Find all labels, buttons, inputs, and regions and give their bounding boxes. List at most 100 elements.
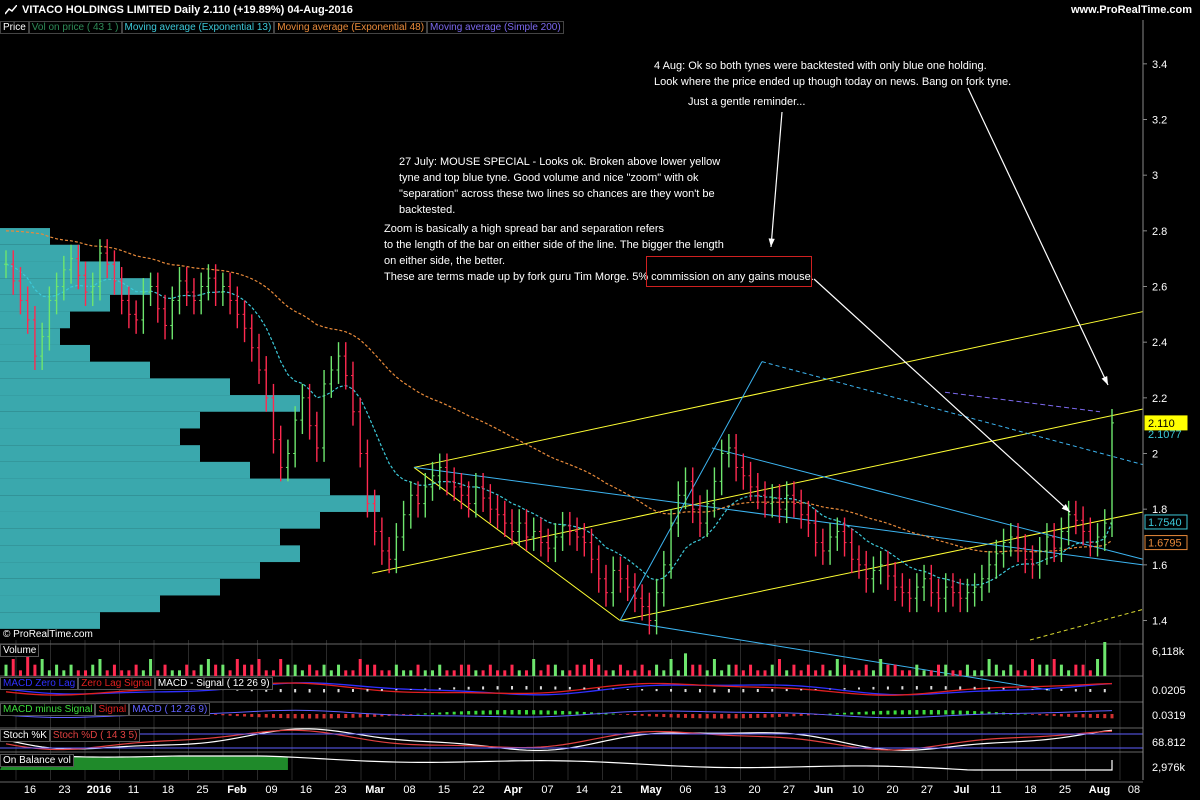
volume-bar xyxy=(756,670,760,676)
macd-minus-signal-bar xyxy=(235,714,239,717)
macd-histogram-bar xyxy=(351,689,354,692)
macd-minus-signal-bar xyxy=(937,710,941,715)
volume-bar xyxy=(156,670,160,676)
volume-bar xyxy=(18,670,22,676)
macd-histogram-bar xyxy=(684,689,687,693)
macd-histogram-bar xyxy=(1017,688,1020,690)
volume-bar xyxy=(409,670,413,676)
macd-minus-signal-bar xyxy=(546,710,550,715)
volume-bar xyxy=(250,664,254,676)
macd-histogram-bar xyxy=(294,689,297,693)
x-tick-label: 09 xyxy=(265,784,277,796)
macd-minus-signal-bar xyxy=(214,714,218,715)
y-tick-label: 3 xyxy=(1152,170,1158,182)
volume-bar xyxy=(510,664,514,676)
macd-minus-signal-bar xyxy=(741,714,745,719)
macd-minus-signal-bar xyxy=(271,714,275,718)
volume-bar xyxy=(1009,664,1013,676)
volume-bar xyxy=(459,664,463,676)
indicator-legend: Price Vol on price ( 43 1 ) Moving average… xyxy=(0,21,564,35)
x-tick-label: 06 xyxy=(679,784,691,796)
macd-minus-signal-bar xyxy=(900,710,904,715)
volume-bar xyxy=(1030,659,1034,676)
x-tick-label: 16 xyxy=(24,784,36,796)
macd-histogram-bar xyxy=(756,689,759,693)
volume-bar xyxy=(655,664,659,676)
volume-bar xyxy=(322,664,326,676)
macd-histogram-bar xyxy=(1060,689,1063,691)
volume-bar xyxy=(553,664,557,676)
x-tick-label: May xyxy=(640,784,662,796)
x-tick-label: Mar xyxy=(365,784,385,796)
macd-minus-signal-bar xyxy=(488,710,492,715)
legend-ema13[interactable]: Moving average (Exponential 13) xyxy=(121,21,275,34)
volume-bar xyxy=(575,664,579,676)
macd-minus-signal-bar xyxy=(250,714,254,717)
macd-minus-signal-bar xyxy=(611,713,615,715)
price-tag-value: 1.7540 xyxy=(1148,517,1182,529)
macd-histogram-bar xyxy=(727,689,730,693)
macd-minus-signal-bar xyxy=(1074,714,1078,718)
volume-bar xyxy=(604,670,608,676)
volume-bar xyxy=(828,670,832,676)
x-tick-label: 27 xyxy=(921,784,933,796)
macd-minus-signal-bar xyxy=(293,714,297,719)
volume-profile-bar xyxy=(0,395,300,412)
legend-price[interactable]: Price xyxy=(0,21,29,34)
macd-minus-signal-bar xyxy=(691,714,695,719)
macd-minus-signal-bar xyxy=(467,711,471,715)
volume-bar xyxy=(293,664,297,676)
x-tick-label: 11 xyxy=(128,784,139,796)
volume-bar xyxy=(170,670,174,676)
copyright: © ProRealTime.com xyxy=(3,629,93,640)
y-tick-label: 2.2 xyxy=(1152,393,1167,405)
legend-ema48[interactable]: Moving average (Exponential 48) xyxy=(274,21,428,34)
macd-minus-signal-bar xyxy=(684,714,688,718)
legend-vol-on-price[interactable]: Vol on price ( 43 1 ) xyxy=(28,21,122,34)
macd-minus-signal-bar xyxy=(300,714,304,719)
volume-bar xyxy=(597,664,601,676)
volume-profile-bar xyxy=(0,344,90,362)
volume-bar xyxy=(1088,670,1092,676)
x-tick-label: 20 xyxy=(886,784,898,796)
volume-bar xyxy=(98,659,102,676)
macd-minus-signal-bar xyxy=(1088,714,1092,718)
volume-bar xyxy=(11,659,15,676)
macd-histogram-bar xyxy=(1045,689,1048,691)
y-tick-label: 2 xyxy=(1152,449,1158,461)
x-tick-label: 18 xyxy=(162,784,174,796)
x-tick-label: Jul xyxy=(954,784,970,796)
volume-bar xyxy=(127,670,131,676)
volume-bar xyxy=(4,664,8,676)
volume-bar xyxy=(380,670,384,676)
macd-minus-signal-bar xyxy=(857,711,861,715)
volume-bar xyxy=(777,659,781,676)
macd-minus-signal-bar xyxy=(647,714,651,717)
macd-minus-signal-bar xyxy=(1023,713,1027,715)
macd-histogram-bar xyxy=(525,686,528,690)
volume-bar xyxy=(893,664,897,676)
volume-bar xyxy=(76,670,80,676)
legend-sma200[interactable]: Moving average (Simple 200) xyxy=(427,21,564,34)
volume-bar xyxy=(980,670,984,676)
volume-bar xyxy=(1081,664,1085,676)
macd-minus-signal-bar xyxy=(553,710,557,715)
x-tick-label: 20 xyxy=(748,784,760,796)
macd-minus-signal-bar xyxy=(1081,714,1085,718)
volume-bar xyxy=(84,670,88,676)
x-tick-label: 23 xyxy=(334,784,346,796)
macd-minus-signal-bar xyxy=(221,714,225,716)
macd1-value: 0.0205 xyxy=(1152,685,1186,697)
macd-minus-signal-bar xyxy=(329,714,333,719)
volume-bar xyxy=(785,670,789,676)
volume-bar xyxy=(908,670,912,676)
macd-histogram-bar xyxy=(771,689,774,692)
y-tick-label: 1.6 xyxy=(1152,560,1167,572)
macd-minus-signal-bar xyxy=(474,710,478,715)
price-tag-value: 2.1077 xyxy=(1148,429,1182,441)
macd-histogram-bar xyxy=(279,689,282,693)
volume-bar xyxy=(264,670,268,676)
macd-histogram-bar xyxy=(829,688,832,690)
volume-bar xyxy=(105,670,109,676)
volume-bar xyxy=(792,664,796,676)
